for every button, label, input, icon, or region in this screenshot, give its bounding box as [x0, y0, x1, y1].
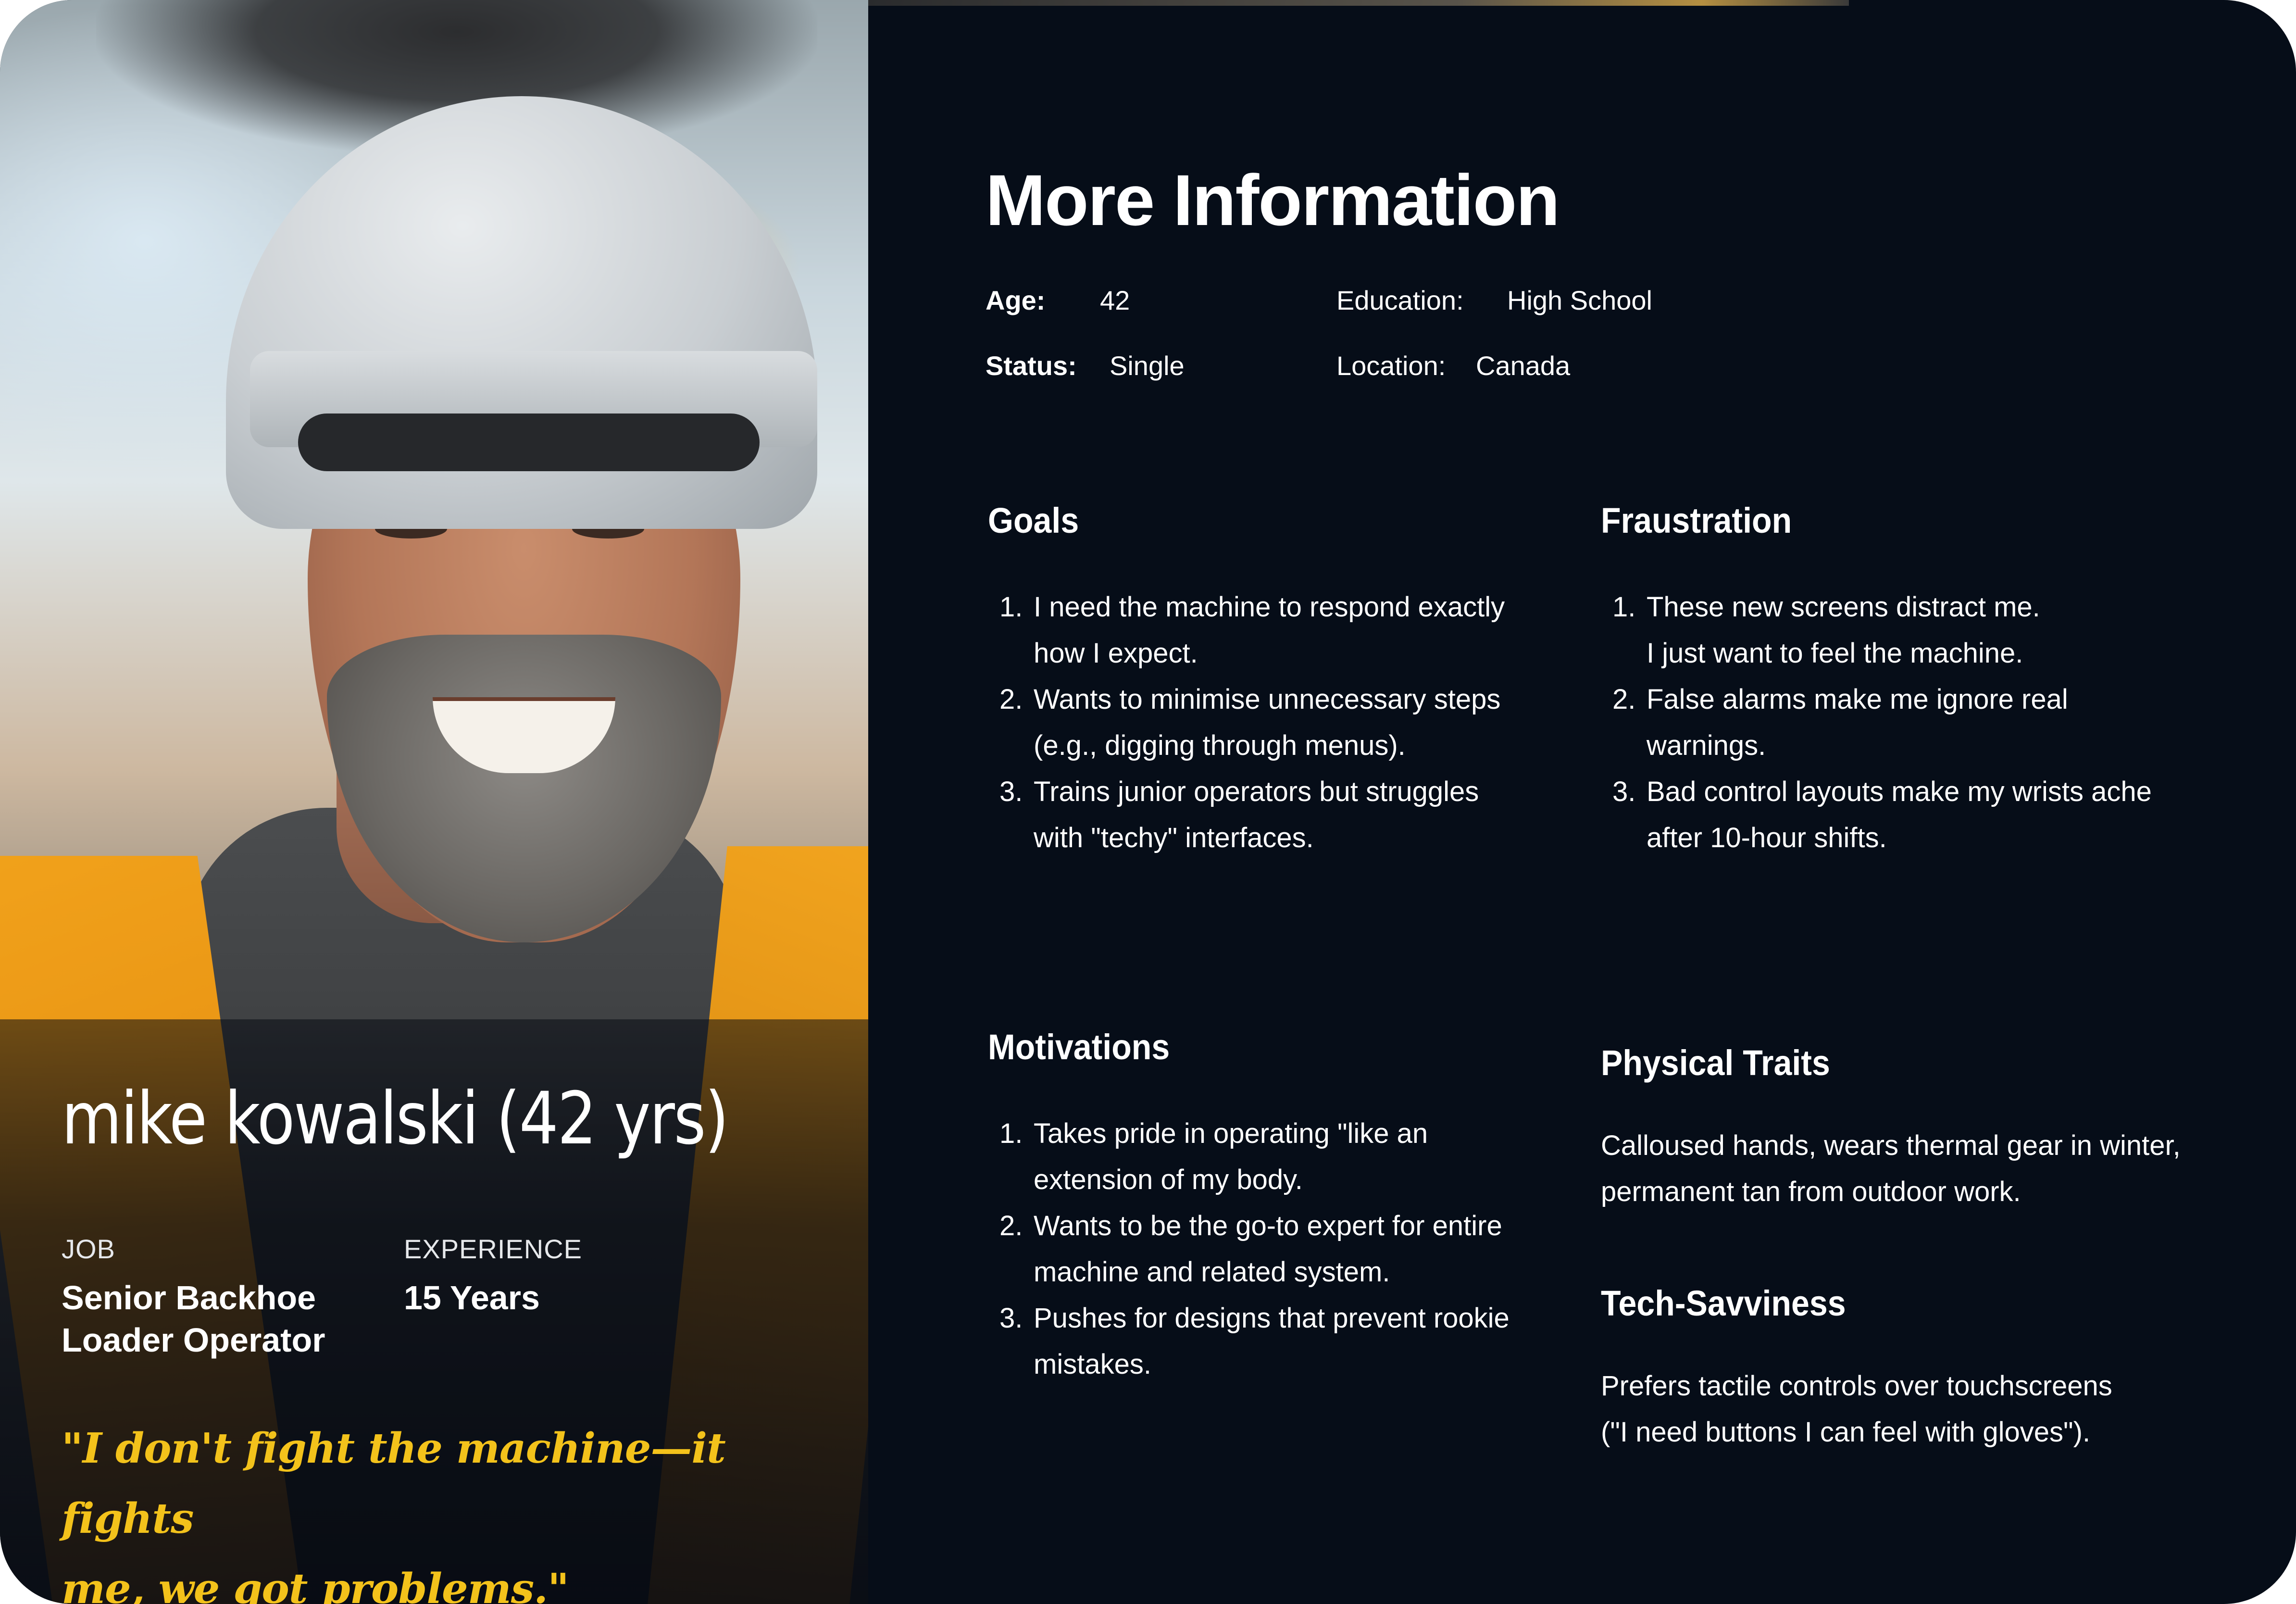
motivations-title: Motivations — [988, 1027, 1170, 1067]
list-number: 3. — [1612, 776, 1636, 807]
job-label: JOB — [62, 1234, 115, 1264]
list-line: Bad control layouts make my wrists ache — [1647, 776, 2152, 807]
tech-savviness-title: Tech-Savviness — [1601, 1283, 1846, 1323]
quote-line: me, we got problems." — [62, 1565, 569, 1604]
list-line: Trains junior operators but struggles — [1034, 776, 1479, 807]
list-line: how I expect. — [1034, 638, 1198, 669]
list-item: 1. Takes pride in operating "like an exten… — [988, 1111, 1510, 1203]
status-label: Status: — [986, 351, 1077, 381]
hard-hat-inner — [298, 414, 760, 471]
top-photo-strip — [868, 0, 1849, 6]
physical-traits-text: Calloused hands, wears thermal gear in w… — [1601, 1123, 2181, 1215]
physical-traits-title: Physical Traits — [1601, 1043, 1830, 1083]
list-line: I just want to feel the machine. — [1647, 638, 2023, 669]
persona-name: mike kowalski (42 yrs) — [62, 1077, 729, 1161]
age-label: Age: — [986, 285, 1046, 315]
experience-label: EXPERIENCE — [404, 1234, 582, 1264]
experience-value: 15 Years — [404, 1279, 540, 1316]
list-line: mistakes. — [1034, 1349, 1151, 1380]
list-line: machine and related system. — [1034, 1256, 1390, 1288]
list-line: Wants to minimise unnecessary steps — [1034, 684, 1501, 715]
list-item: 2. Wants to be the go-to expert for entir… — [988, 1203, 1510, 1295]
education-value: High School — [1507, 285, 1652, 315]
list-line: False alarms make me ignore real — [1647, 684, 2068, 715]
list-number: 3. — [999, 776, 1023, 807]
location-label: Location: — [1336, 351, 1446, 381]
job-value: Senior Backhoe Loader Operator — [62, 1277, 325, 1361]
paragraph-line: Calloused hands, wears thermal gear in w… — [1601, 1130, 2181, 1161]
list-line: Pushes for designs that prevent rookie — [1034, 1303, 1510, 1334]
list-line: extension of my body. — [1034, 1164, 1303, 1195]
list-item: 1. These new screens distract me. I just w… — [1601, 584, 2152, 677]
quote-line: "I don't fight the machine—it fights — [62, 1424, 726, 1543]
list-line: warnings. — [1647, 730, 1766, 761]
list-line: I need the machine to respond exactly — [1034, 591, 1505, 623]
list-line: (e.g., digging through menus). — [1034, 730, 1406, 761]
list-line: with "techy" interfaces. — [1034, 822, 1314, 853]
list-number: 1. — [999, 591, 1023, 623]
list-line: after 10-hour shifts. — [1647, 822, 1887, 853]
list-item: 3. Bad control layouts make my wrists ach… — [1601, 769, 2152, 861]
list-number: 3. — [999, 1303, 1023, 1334]
list-line: Wants to be the go-to expert for entire — [1034, 1210, 1502, 1241]
paragraph-line: ("I need buttons I can feel with gloves"… — [1601, 1416, 2091, 1448]
goals-list: 1. I need the machine to respond exactly h… — [988, 584, 1505, 861]
persona-photo — [0, 0, 868, 1604]
list-line: These new screens distract me. — [1647, 591, 2040, 623]
motivations-list: 1. Takes pride in operating "like an exten… — [988, 1111, 1510, 1388]
list-number: 2. — [1612, 684, 1636, 715]
persona-quote: "I don't fight the machine—it fights me,… — [62, 1414, 783, 1604]
frustration-list: 1. These new screens distract me. I just w… — [1601, 584, 2152, 861]
list-number: 2. — [999, 1210, 1023, 1241]
list-number: 2. — [999, 684, 1023, 715]
paragraph-line: permanent tan from outdoor work. — [1601, 1176, 2021, 1207]
list-number: 1. — [1612, 591, 1636, 623]
job-value-line: Senior Backhoe — [62, 1279, 316, 1316]
job-value-line: Loader Operator — [62, 1321, 325, 1359]
goals-title: Goals — [988, 501, 1079, 540]
section-title: More Information — [986, 160, 1560, 240]
list-line: Takes pride in operating "like an — [1034, 1118, 1428, 1149]
tech-savviness-text: Prefers tactile controls over touchscree… — [1601, 1363, 2112, 1455]
list-number: 1. — [999, 1118, 1023, 1149]
education-label: Education: — [1336, 285, 1464, 315]
persona-card: mike kowalski (42 yrs) JOB Senior Backho… — [0, 0, 2296, 1604]
list-item: 2. Wants to minimise unnecessary steps (e.… — [988, 677, 1505, 769]
paragraph-line: Prefers tactile controls over touchscree… — [1601, 1370, 2112, 1402]
list-item: 2. False alarms make me ignore real warnin… — [1601, 677, 2152, 769]
status-value: Single — [1110, 351, 1185, 381]
list-item: 3. Trains junior operators but struggles w… — [988, 769, 1505, 861]
list-item: 1. I need the machine to respond exactly h… — [988, 584, 1505, 677]
list-item: 3. Pushes for designs that prevent rookie… — [988, 1295, 1510, 1388]
age-value: 42 — [1100, 285, 1130, 315]
frustration-title: Fraustration — [1601, 501, 1792, 540]
location-value: Canada — [1476, 351, 1571, 381]
